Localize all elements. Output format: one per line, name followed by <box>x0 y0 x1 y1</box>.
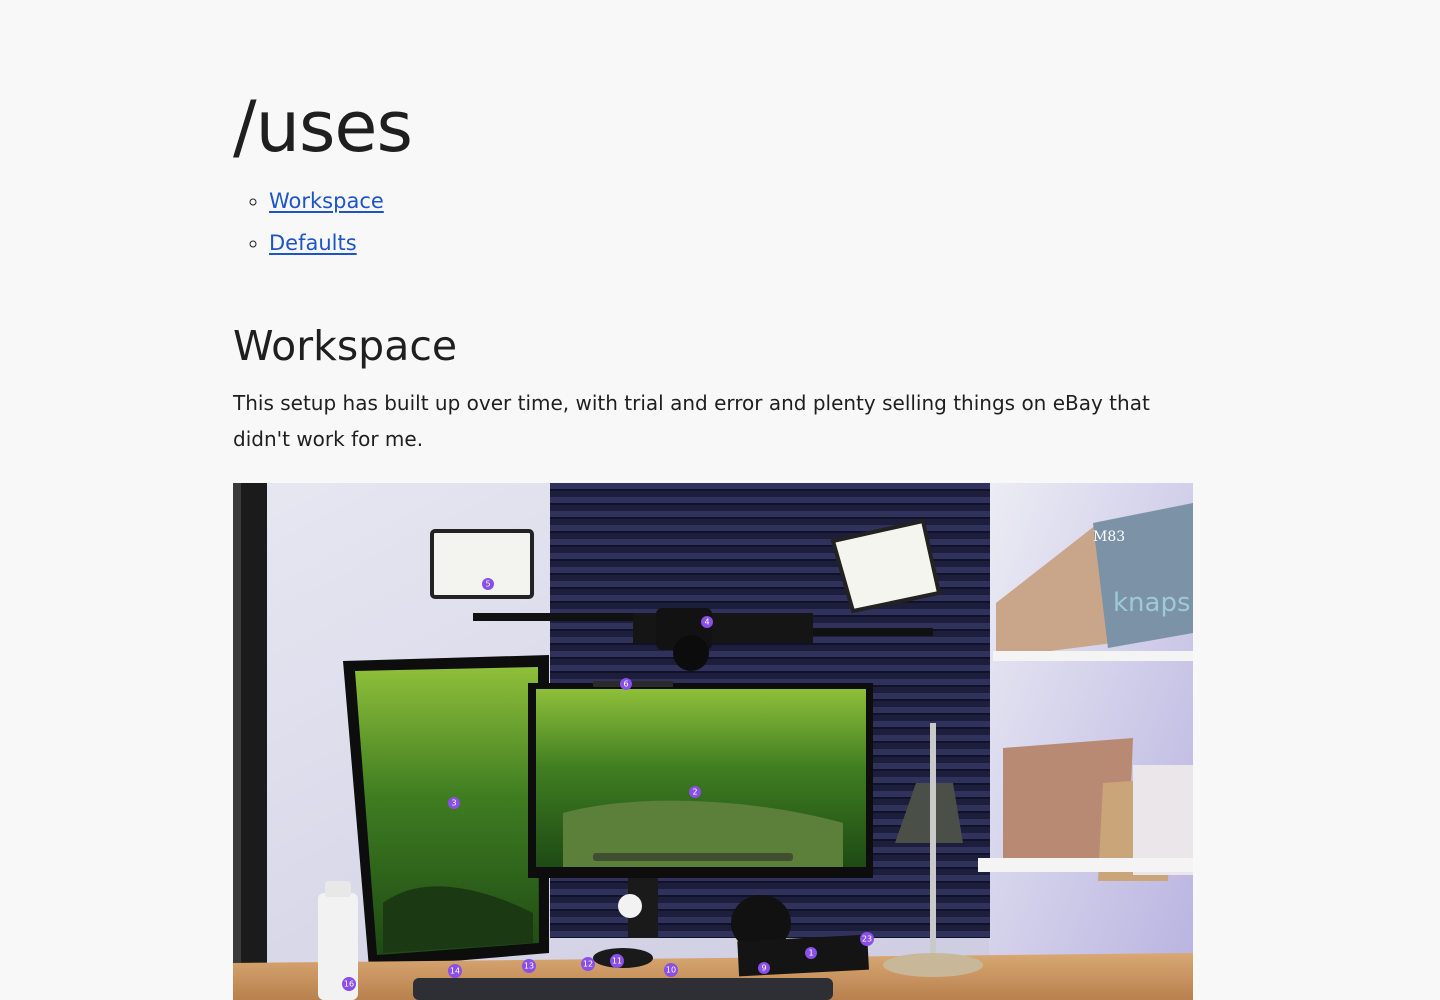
marker-6: 6 <box>620 678 632 690</box>
marker-10: 10 <box>664 963 678 977</box>
svg-text:3: 3 <box>451 799 456 808</box>
svg-text:10: 10 <box>666 966 676 975</box>
marker-1: 1 <box>805 947 817 959</box>
svg-text:23: 23 <box>862 935 872 944</box>
svg-text:13: 13 <box>524 962 534 971</box>
marker-13: 13 <box>522 959 536 973</box>
drawing-tablet <box>737 934 869 977</box>
toc-item-workspace: Workspace <box>269 180 384 222</box>
svg-text:11: 11 <box>612 957 622 966</box>
dock <box>593 853 793 861</box>
toc-link-workspace[interactable]: Workspace <box>269 189 384 213</box>
marker-9: 9 <box>758 962 770 974</box>
desk-lamp-pole <box>930 723 936 963</box>
svg-text:9: 9 <box>761 964 766 973</box>
desk-lamp-base <box>883 953 983 977</box>
marker-23: 23 <box>860 932 874 946</box>
workspace-photo-illustration: M83 knaps 5 4 6 3 2 1 23 16 14 13 12 11 … <box>233 483 1193 1000</box>
left-key-light <box>430 529 534 599</box>
section-heading-workspace: Workspace <box>233 322 458 370</box>
svg-text:16: 16 <box>344 980 354 989</box>
webcam-bar <box>593 681 673 687</box>
marker-2: 2 <box>689 786 701 798</box>
svg-text:12: 12 <box>583 960 593 969</box>
page-title: /uses <box>233 86 413 168</box>
marker-12: 12 <box>581 957 595 971</box>
knaps-poster <box>1093 503 1193 648</box>
toc-item-defaults: Defaults <box>269 222 384 264</box>
svg-text:1: 1 <box>808 949 813 958</box>
workspace-intro-text: This setup has built up over time, with … <box>233 391 1150 451</box>
marker-3: 3 <box>448 797 460 809</box>
marker-14: 14 <box>448 964 462 978</box>
table-of-contents: Workspace Defaults <box>233 180 384 264</box>
marker-11: 11 <box>610 954 624 968</box>
knaps-poster-text: knaps <box>1113 588 1191 618</box>
workspace-photo: M83 knaps 5 4 6 3 2 1 23 16 14 13 12 11 … <box>233 483 1193 1000</box>
svg-text:6: 6 <box>623 680 628 689</box>
svg-text:14: 14 <box>450 967 460 976</box>
svg-text:2: 2 <box>692 788 697 797</box>
marker-5: 5 <box>482 578 494 590</box>
svg-text:5: 5 <box>485 580 490 589</box>
m83-poster-text: M83 <box>1093 529 1125 545</box>
marker-4: 4 <box>701 616 713 628</box>
desk-mat <box>413 978 833 1000</box>
camera-lens <box>673 635 709 671</box>
svg-text:4: 4 <box>704 618 709 627</box>
toc-link-defaults[interactable]: Defaults <box>269 231 357 255</box>
charger-stand <box>618 894 642 918</box>
lower-shelf <box>978 858 1193 872</box>
upper-shelf <box>993 651 1193 661</box>
marker-16: 16 <box>342 977 356 991</box>
